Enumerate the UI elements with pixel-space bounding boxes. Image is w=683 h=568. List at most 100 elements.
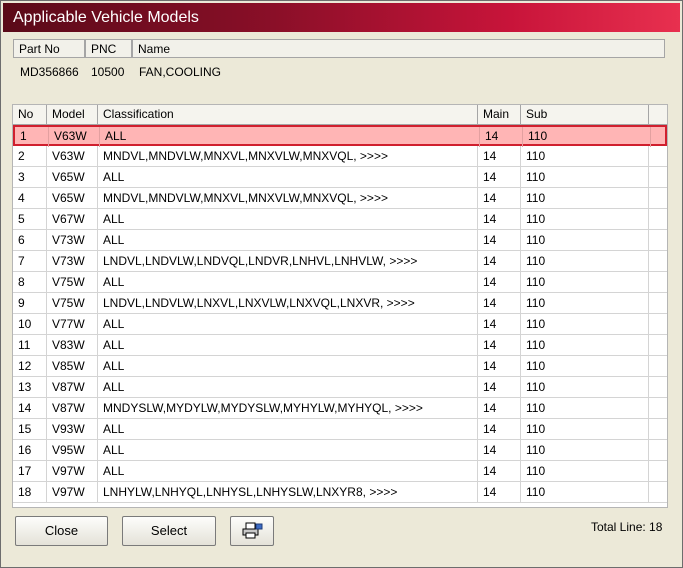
column-main[interactable]: Main [478, 105, 521, 124]
row-classification-cell: MNDYSLW,MYDYLW,MYDYSLW,MYHYLW,MYHYQL, >>… [98, 398, 478, 418]
row-main-cell: 14 [478, 146, 521, 166]
table-row[interactable]: 16 V95W ALL 14 110 [13, 440, 667, 461]
row-no-cell: 12 [13, 356, 47, 376]
row-classification-cell: LNDVL,LNDVLW,LNXVL,LNXVLW,LNXVQL,LNXVR, … [98, 293, 478, 313]
row-model-cell: V73W [47, 230, 98, 250]
row-no-cell: 7 [13, 251, 47, 271]
row-model-cell: V87W [47, 398, 98, 418]
row-sub-cell: 110 [521, 146, 649, 166]
table-row[interactable]: 9 V75W LNDVL,LNDVLW,LNXVL,LNXVLW,LNXVQL,LN… [13, 293, 667, 314]
row-model-cell: V85W [47, 356, 98, 376]
row-main-cell: 14 [478, 377, 521, 397]
row-model-cell: V97W [47, 461, 98, 481]
row-no-cell: 10 [13, 314, 47, 334]
header-part-no: Part No [13, 39, 85, 58]
row-no-cell: 1 [15, 127, 49, 147]
vehicle-models-grid[interactable]: No Model Classification Main Sub 1 V63W AL… [12, 104, 668, 508]
table-row[interactable]: 1 V63W ALL 14 110 [13, 125, 667, 147]
row-classification-cell: ALL [98, 335, 478, 355]
row-no-cell: 8 [13, 272, 47, 292]
select-button[interactable]: Select [122, 516, 216, 546]
table-row[interactable]: 5 V67W ALL 14 110 [13, 209, 667, 230]
table-row[interactable]: 18 V97W LNHYLW,LNHYQL,LNHYSL,LNHYSLW,LNXYR… [13, 482, 667, 503]
row-main-cell: 14 [478, 272, 521, 292]
row-main-cell: 14 [478, 209, 521, 229]
row-classification-cell: ALL [98, 167, 478, 187]
status-bar [3, 553, 680, 565]
row-classification-cell: ALL [100, 127, 480, 147]
row-main-cell: 14 [480, 127, 523, 147]
column-classification[interactable]: Classification [98, 105, 478, 124]
printer-icon [241, 522, 263, 550]
row-sub-cell: 110 [521, 293, 649, 313]
row-model-cell: V65W [47, 188, 98, 208]
print-button[interactable] [230, 516, 274, 546]
row-main-cell: 14 [478, 167, 521, 187]
row-classification-cell: MNDVL,MNDVLW,MNXVL,MNXVLW,MNXVQL, >>>> [98, 188, 478, 208]
table-row[interactable]: 8 V75W ALL 14 110 [13, 272, 667, 293]
header-pnc: PNC [85, 39, 132, 58]
table-row[interactable]: 6 V73W ALL 14 110 [13, 230, 667, 251]
row-classification-cell: ALL [98, 209, 478, 229]
row-sub-cell: 110 [521, 314, 649, 334]
row-model-cell: V93W [47, 419, 98, 439]
row-sub-cell: 110 [521, 335, 649, 355]
row-main-cell: 14 [478, 482, 521, 502]
table-row[interactable]: 2 V63W MNDVL,MNDVLW,MNXVL,MNXVLW,MNXVQL, >… [13, 146, 667, 167]
column-model[interactable]: Model [47, 105, 98, 124]
table-row[interactable]: 17 V97W ALL 14 110 [13, 461, 667, 482]
row-classification-cell: LNHYLW,LNHYQL,LNHYSL,LNHYSLW,LNXYR8, >>>… [98, 482, 478, 502]
close-button[interactable]: Close [15, 516, 108, 546]
row-sub-cell: 110 [521, 356, 649, 376]
applicable-vehicle-models-window: Applicable Vehicle Models Part No PNC Na… [0, 0, 683, 568]
row-sub-cell: 110 [523, 127, 651, 147]
row-no-cell: 9 [13, 293, 47, 313]
row-classification-cell: ALL [98, 377, 478, 397]
row-no-cell: 3 [13, 167, 47, 187]
table-row[interactable]: 4 V65W MNDVL,MNDVLW,MNXVL,MNXVLW,MNXVQL, >… [13, 188, 667, 209]
row-no-cell: 14 [13, 398, 47, 418]
row-sub-cell: 110 [521, 398, 649, 418]
table-row[interactable]: 13 V87W ALL 14 110 [13, 377, 667, 398]
table-row[interactable]: 14 V87W MNDYSLW,MYDYLW,MYDYSLW,MYHYLW,MYHY… [13, 398, 667, 419]
grid-header: No Model Classification Main Sub [13, 105, 667, 125]
row-sub-cell: 110 [521, 461, 649, 481]
row-main-cell: 14 [478, 398, 521, 418]
row-no-cell: 15 [13, 419, 47, 439]
row-sub-cell: 110 [521, 419, 649, 439]
row-sub-cell: 110 [521, 167, 649, 187]
row-no-cell: 13 [13, 377, 47, 397]
row-model-cell: V75W [47, 293, 98, 313]
row-model-cell: V97W [47, 482, 98, 502]
table-row[interactable]: 3 V65W ALL 14 110 [13, 167, 667, 188]
row-sub-cell: 110 [521, 377, 649, 397]
row-classification-cell: ALL [98, 272, 478, 292]
row-model-cell: V83W [47, 335, 98, 355]
row-main-cell: 14 [478, 461, 521, 481]
row-sub-cell: 110 [521, 209, 649, 229]
table-row[interactable]: 7 V73W LNDVL,LNDVLW,LNDVQL,LNDVR,LNHVL,LNH… [13, 251, 667, 272]
row-model-cell: V63W [47, 146, 98, 166]
row-model-cell: V77W [47, 314, 98, 334]
row-model-cell: V67W [47, 209, 98, 229]
table-row[interactable]: 15 V93W ALL 14 110 [13, 419, 667, 440]
table-row[interactable]: 12 V85W ALL 14 110 [13, 356, 667, 377]
row-model-cell: V63W [49, 127, 100, 147]
table-row[interactable]: 10 V77W ALL 14 110 [13, 314, 667, 335]
column-sub[interactable]: Sub [521, 105, 649, 124]
row-classification-cell: ALL [98, 314, 478, 334]
table-row[interactable]: 11 V83W ALL 14 110 [13, 335, 667, 356]
row-classification-cell: MNDVL,MNDVLW,MNXVL,MNXVLW,MNXVQL, >>>> [98, 146, 478, 166]
name-value: FAN,COOLING [139, 65, 222, 79]
row-model-cell: V87W [47, 377, 98, 397]
window-title: Applicable Vehicle Models [3, 3, 680, 32]
pnc-value: 10500 [91, 65, 125, 79]
row-no-cell: 18 [13, 482, 47, 502]
row-main-cell: 14 [478, 419, 521, 439]
row-no-cell: 16 [13, 440, 47, 460]
row-no-cell: 17 [13, 461, 47, 481]
row-classification-cell: ALL [98, 461, 478, 481]
part-info-panel: Part No PNC Name MD356866 10500 FAN,COOL… [11, 37, 671, 102]
column-no[interactable]: No [13, 105, 47, 124]
part-no-value: MD356866 [20, 65, 79, 79]
